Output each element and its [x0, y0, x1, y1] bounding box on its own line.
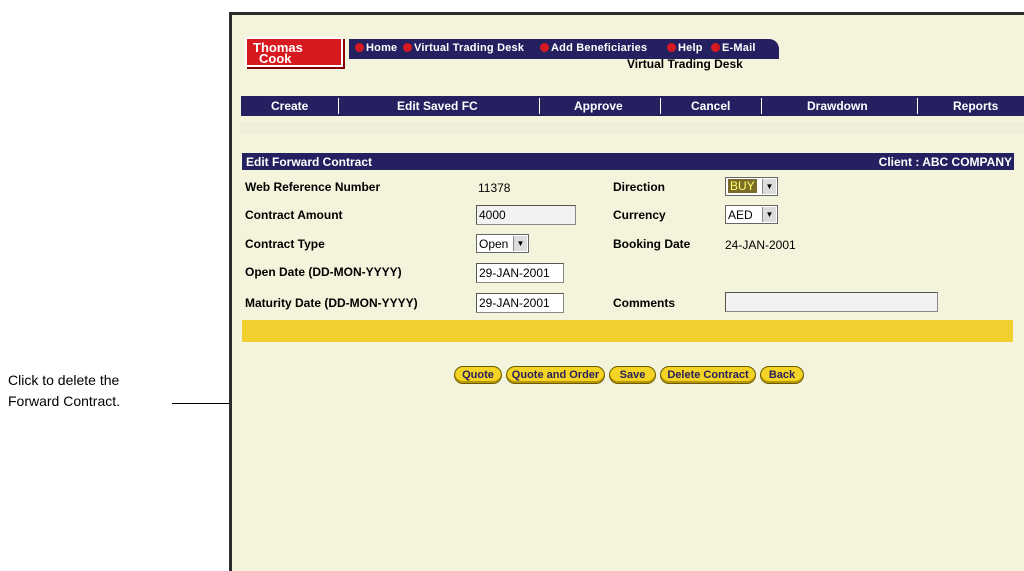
- contract-type-label: Contract Type: [245, 237, 325, 251]
- open-date-input[interactable]: [476, 263, 564, 283]
- top-navigation: Home Virtual Trading Desk Add Beneficiar…: [349, 39, 779, 59]
- client-name: Client : ABC COMPANY: [878, 155, 1012, 169]
- menu-separator: [539, 98, 540, 114]
- booking-date-value: 24-JAN-2001: [725, 238, 796, 252]
- menu-edit-saved-fc[interactable]: Edit Saved FC: [397, 99, 478, 113]
- contract-type-value: Open: [479, 237, 509, 251]
- menu-approve[interactable]: Approve: [574, 99, 623, 113]
- message-bar: [242, 320, 1013, 342]
- contract-amount-input[interactable]: [476, 205, 576, 225]
- menu-separator: [917, 98, 918, 114]
- menu-drawdown[interactable]: Drawdown: [807, 99, 868, 113]
- amount-label: Contract Amount: [245, 208, 343, 222]
- booking-date-label: Booking Date: [613, 237, 691, 251]
- menu-separator: [761, 98, 762, 114]
- tab-home[interactable]: Home: [355, 42, 397, 54]
- menu-separator: [660, 98, 661, 114]
- quote-button[interactable]: Quote: [454, 366, 502, 384]
- save-button[interactable]: Save: [609, 366, 656, 384]
- web-ref-value: 11378: [478, 181, 511, 195]
- currency-label: Currency: [613, 208, 666, 222]
- chevron-down-icon: ▼: [762, 179, 776, 194]
- chevron-down-icon: ▼: [513, 236, 527, 251]
- web-ref-label: Web Reference Number: [245, 180, 381, 194]
- maturity-date-label: Maturity Date (DD-MON-YYYY): [245, 296, 418, 310]
- maturity-date-input[interactable]: [476, 293, 564, 313]
- currency-value: AED: [728, 208, 753, 222]
- menu-cancel[interactable]: Cancel: [691, 99, 730, 113]
- function-menu: Create Edit Saved FC Approve Cancel Draw…: [241, 96, 1024, 116]
- delete-contract-button[interactable]: Delete Contract: [660, 366, 756, 384]
- direction-value: BUY: [728, 179, 757, 193]
- tab-email[interactable]: E-Mail: [711, 42, 756, 54]
- tab-add-beneficiaries[interactable]: Add Beneficiaries: [540, 42, 647, 54]
- form-title: Edit Forward Contract: [246, 155, 373, 169]
- comments-input[interactable]: [725, 292, 938, 312]
- direction-select[interactable]: BUY ▼: [725, 177, 778, 196]
- menu-create[interactable]: Create: [271, 99, 308, 113]
- contract-type-select[interactable]: Open ▼: [476, 234, 529, 253]
- menu-separator: [338, 98, 339, 114]
- quote-and-order-button[interactable]: Quote and Order: [506, 366, 605, 384]
- callout-text: Click to delete the Forward Contract.: [8, 370, 120, 412]
- currency-select[interactable]: AED ▼: [725, 205, 778, 224]
- back-button[interactable]: Back: [760, 366, 804, 384]
- tab-virtual-trading-desk[interactable]: Virtual Trading Desk: [403, 42, 524, 54]
- chevron-down-icon: ▼: [762, 207, 776, 222]
- comments-label: Comments: [613, 296, 676, 310]
- menu-underline-band: [241, 122, 1024, 134]
- open-date-label: Open Date (DD-MON-YYYY): [245, 265, 402, 279]
- thomas-cook-logo[interactable]: Thomas Cook: [245, 37, 343, 67]
- callout-line-2: Forward Contract.: [8, 393, 121, 409]
- page-subtitle: Virtual Trading Desk: [627, 57, 743, 71]
- callout-line-1: Click to delete the: [8, 372, 120, 388]
- menu-reports[interactable]: Reports: [953, 99, 998, 113]
- form-header: Edit Forward Contract Client : ABC COMPA…: [242, 153, 1014, 170]
- direction-label: Direction: [613, 180, 666, 194]
- tab-help[interactable]: Help: [667, 42, 703, 54]
